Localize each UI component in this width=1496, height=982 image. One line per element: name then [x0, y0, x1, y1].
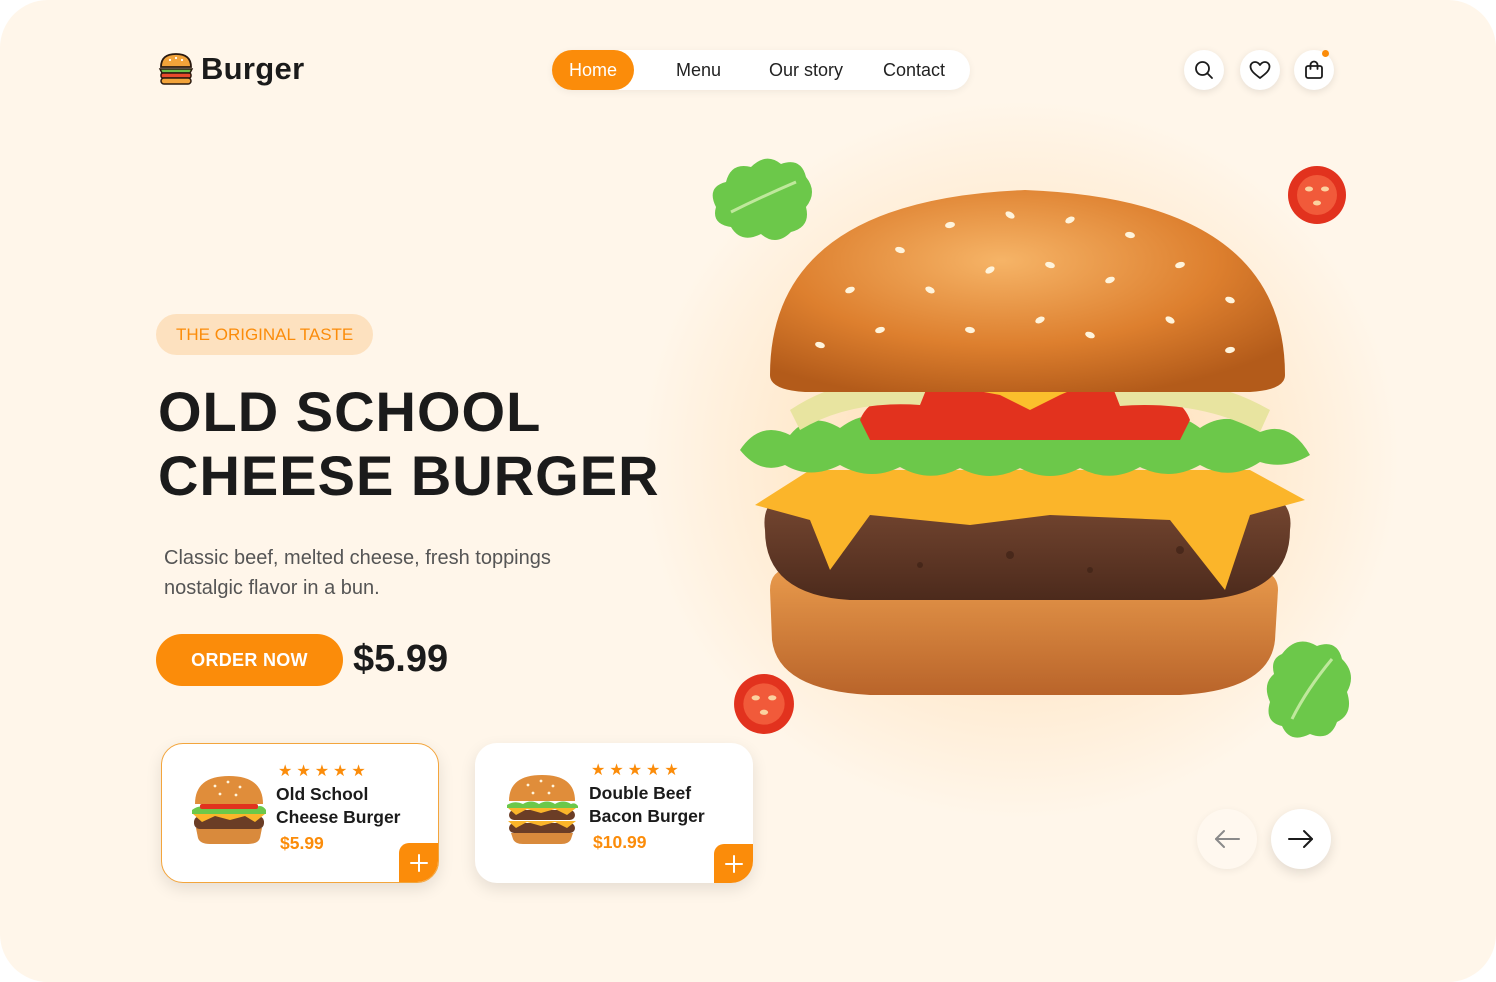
- hero-price: $5.99: [353, 638, 449, 680]
- product-burger-image: [192, 776, 266, 844]
- burger-icon: [158, 53, 194, 85]
- nav-item-our-story[interactable]: Our story: [769, 50, 843, 90]
- search-icon: [1195, 61, 1213, 79]
- lettuce-leaf-image: [1266, 641, 1351, 738]
- brand-logo[interactable]: Burger: [157, 50, 304, 88]
- hero-title-line-1: OLD SCHOOL: [158, 380, 542, 443]
- cart-button[interactable]: [1294, 50, 1334, 90]
- product-card[interactable]: ★★★★★ Old School Cheese Burger $5.99: [161, 743, 439, 883]
- order-now-button[interactable]: ORDER NOW: [156, 634, 343, 686]
- plus-icon: [409, 853, 428, 872]
- hero-burger-image: [740, 190, 1310, 695]
- add-to-cart-button[interactable]: [399, 843, 438, 882]
- search-button[interactable]: [1184, 50, 1224, 90]
- favorites-button[interactable]: [1240, 50, 1280, 90]
- nav-item-home[interactable]: Home: [552, 50, 634, 90]
- heart-icon: [1249, 61, 1271, 79]
- hero-tag: THE ORIGINAL TASTE: [156, 314, 374, 355]
- product-name: Old School Cheese Burger: [276, 784, 401, 827]
- product-name: Double Beef Bacon Burger: [589, 783, 705, 826]
- plus-icon: [724, 854, 743, 873]
- product-price: $5.99: [280, 833, 324, 853]
- arrow-left-icon: [1215, 830, 1240, 848]
- nav-item-menu[interactable]: Menu: [676, 50, 721, 90]
- shopping-bag-icon: [1305, 60, 1323, 79]
- hero-title: OLD SCHOOL CHEESE BURGER: [158, 380, 660, 508]
- nav-item-contact[interactable]: Contact: [883, 50, 945, 90]
- product-burger-image: [507, 775, 578, 844]
- tomato-slice-image: [1288, 166, 1346, 224]
- hero-title-line-2: CHEESE BURGER: [158, 444, 660, 507]
- brand-name: Burger: [201, 51, 305, 86]
- carousel-next-button[interactable]: [1271, 809, 1331, 869]
- add-to-cart-button[interactable]: [714, 844, 753, 883]
- carousel-prev-button[interactable]: [1197, 809, 1257, 869]
- arrow-right-icon: [1288, 830, 1313, 848]
- main-nav: Home Menu Our story Contact: [552, 50, 970, 90]
- product-price: $10.99: [593, 832, 647, 852]
- lettuce-leaf-image: [712, 158, 812, 241]
- rating-stars: ★★★★★: [591, 762, 683, 779]
- product-card[interactable]: ★★★★★ Double Beef Bacon Burger $10.99: [475, 743, 753, 883]
- cart-badge-dot: [1322, 50, 1329, 57]
- hero-description: Classic beef, melted cheese, fresh toppi…: [164, 547, 551, 599]
- tomato-slice-image: [734, 674, 794, 734]
- rating-stars: ★★★★★: [278, 763, 370, 780]
- page-frame: Burger Home Menu Our story Contact THE O…: [0, 0, 1496, 982]
